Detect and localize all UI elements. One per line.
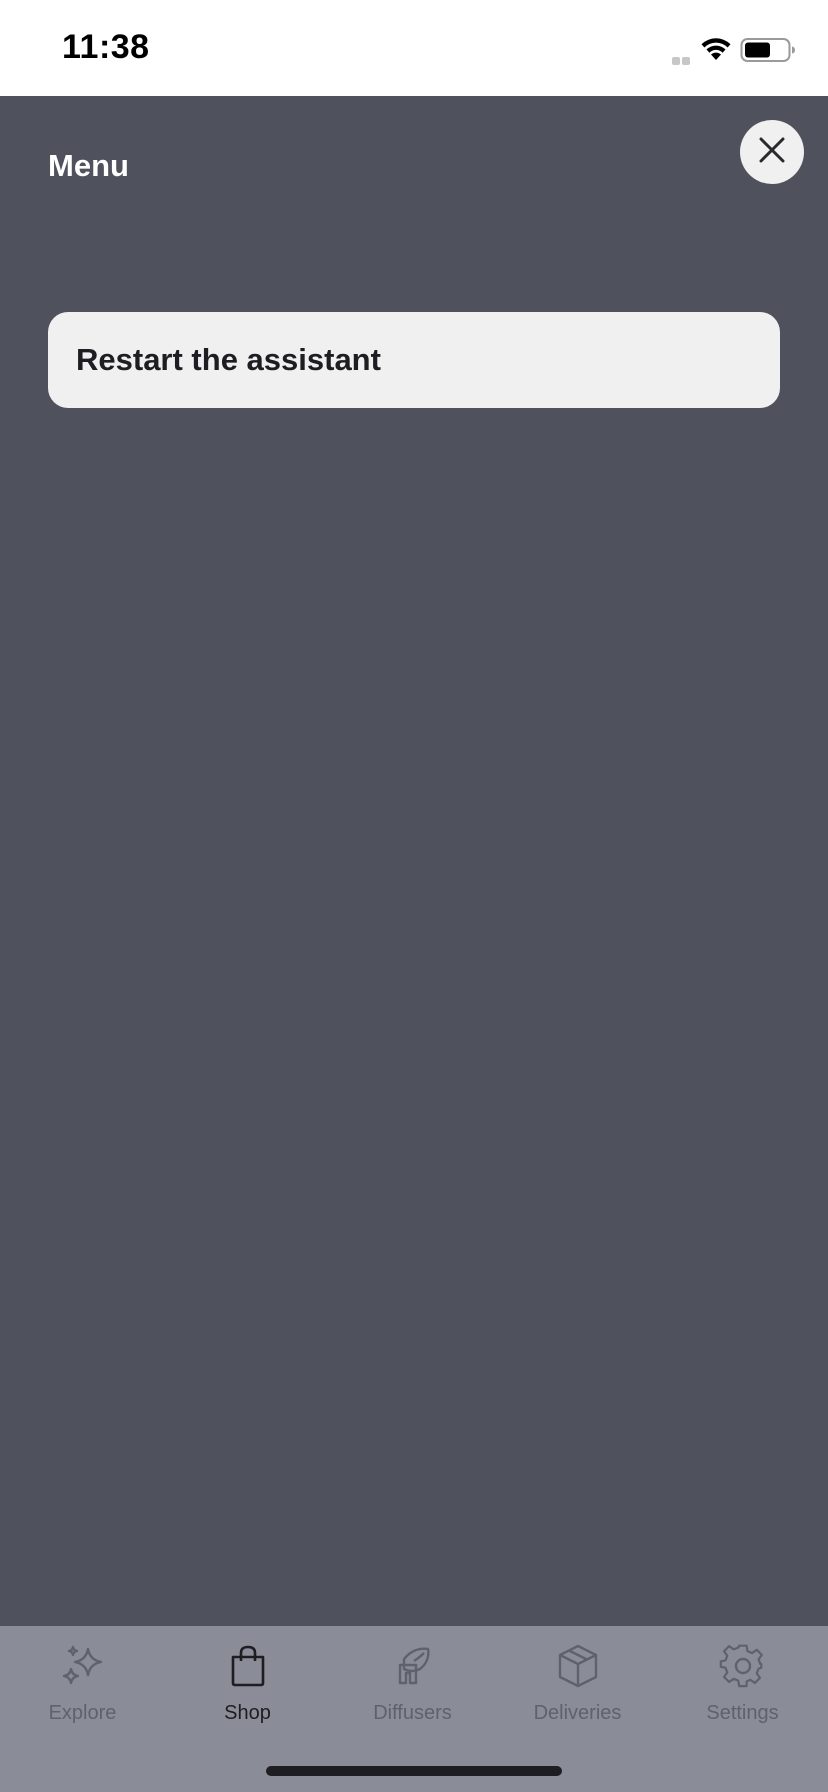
restart-assistant-button[interactable]: Restart the assistant [48, 312, 780, 408]
tab-explore[interactable]: Explore [0, 1640, 165, 1740]
sparkles-icon [57, 1640, 109, 1692]
box-icon [552, 1640, 604, 1692]
close-button[interactable] [740, 120, 804, 184]
restart-assistant-label: Restart the assistant [76, 342, 381, 377]
tab-settings-label: Settings [706, 1702, 779, 1724]
tab-deliveries[interactable]: Deliveries [495, 1640, 660, 1740]
close-icon [757, 135, 787, 170]
tab-settings[interactable]: Settings [660, 1640, 825, 1740]
gear-icon [717, 1640, 769, 1692]
tab-diffusers-label: Diffusers [373, 1702, 452, 1724]
status-bar: 11:38 [0, 0, 828, 96]
tab-deliveries-label: Deliveries [533, 1702, 622, 1724]
cellular-signal-icon [672, 52, 692, 65]
tab-bar: Explore Shop Diffusers Deliveries Settin… [0, 1626, 828, 1792]
home-indicator[interactable] [266, 1766, 562, 1776]
battery-icon [740, 36, 796, 64]
wifi-icon [698, 34, 734, 64]
tab-shop[interactable]: Shop [165, 1640, 330, 1740]
tab-explore-label: Explore [48, 1702, 117, 1724]
shopping-bag-icon [222, 1640, 274, 1692]
status-time: 11:38 [62, 28, 150, 66]
diffuser-icon [387, 1640, 439, 1692]
tab-shop-label: Shop [224, 1702, 271, 1724]
menu-title: Menu [48, 148, 129, 183]
tab-diffusers[interactable]: Diffusers [330, 1640, 495, 1740]
app-screen: 11:38 Menu Restart the assistant Explore… [0, 0, 828, 1792]
menu-overlay: Menu Restart the assistant [0, 96, 828, 1626]
